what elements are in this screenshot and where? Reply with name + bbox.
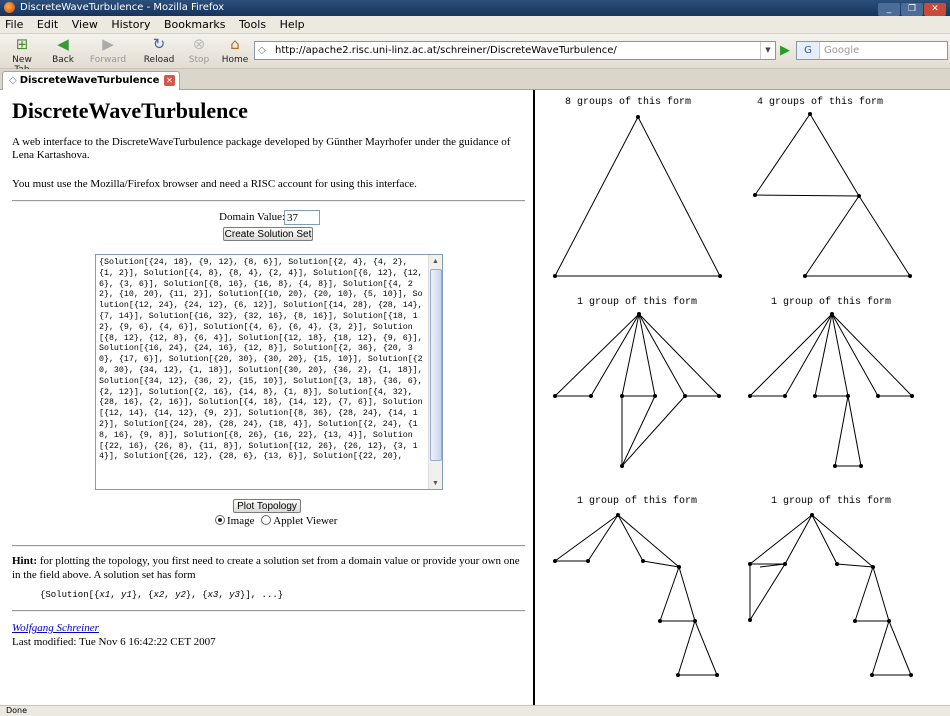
tab-discretewaveturbulence[interactable]: ◇ DiscreteWaveTurbulence ✕: [2, 71, 180, 90]
reload-button[interactable]: ↻ Reload: [140, 35, 178, 66]
menu-tools[interactable]: Tools: [234, 16, 271, 33]
textarea-scrollbar[interactable]: ▲ ▼: [428, 255, 442, 489]
figure-caption: 1 group of this form: [577, 296, 697, 308]
maximize-button[interactable]: ❐: [901, 3, 923, 16]
search-box[interactable]: G Google: [796, 41, 948, 60]
page-content: DiscreteWaveTurbulence A web interface t…: [0, 90, 950, 705]
reload-icon: ↻: [152, 35, 166, 53]
scroll-down-icon[interactable]: ▼: [429, 477, 442, 489]
back-arrow-icon: ◀: [57, 35, 69, 53]
radio-image[interactable]: [215, 515, 225, 525]
back-button[interactable]: ◀ Back: [46, 35, 80, 66]
new-tab-icon: ⊞: [15, 35, 29, 53]
tab-page-icon: ◇: [9, 75, 17, 86]
menu-help[interactable]: Help: [275, 16, 310, 33]
page-icon: ◇: [258, 45, 266, 56]
home-icon: ⌂: [230, 35, 240, 53]
menu-history[interactable]: History: [106, 16, 155, 33]
left-pane: DiscreteWaveTurbulence A web interface t…: [0, 90, 532, 705]
plot-mode-group: Image Applet Viewer: [215, 515, 337, 527]
radio-applet-label: Applet Viewer: [273, 515, 338, 527]
solution-set-text: {Solution[{24, 18}, {9, 12}, {8, 6}], So…: [99, 258, 423, 462]
tab-close-icon[interactable]: ✕: [164, 75, 175, 86]
browser-note: You must use the Mozilla/Firefox browser…: [12, 178, 417, 190]
divider: [12, 545, 525, 547]
last-modified: Last modified: Tue Nov 6 16:42:22 CET 20…: [12, 636, 216, 648]
figure-caption: 8 groups of this form: [565, 96, 691, 108]
hint-label: Hint:: [12, 555, 38, 567]
address-bar[interactable]: ◇ http://apache2.risc.uni-linz.ac.at/schr…: [254, 41, 776, 60]
forward-button[interactable]: ▶ Forward: [86, 35, 130, 66]
divider: [12, 610, 525, 612]
menu-bar: File Edit View History Bookmarks Tools H…: [0, 16, 950, 34]
domain-value-input[interactable]: [284, 210, 320, 225]
figure-topology-3: [554, 313, 720, 467]
author-link[interactable]: Wolfgang Schreiner: [12, 622, 99, 634]
address-text: http://apache2.risc.uni-linz.ac.at/schre…: [275, 45, 617, 56]
intro-text: A web interface to the DiscreteWaveTurbu…: [12, 136, 511, 161]
menu-view[interactable]: View: [67, 16, 103, 33]
figure-caption: 1 group of this form: [771, 296, 891, 308]
menu-edit[interactable]: Edit: [32, 16, 63, 33]
create-solution-set-button[interactable]: Create Solution Set: [223, 227, 313, 241]
figure-topology-4: [749, 313, 913, 467]
navigation-toolbar: ⊞New Tab ◀Back ▶Forward ↻Reload ⊗Stop ⌂H…: [0, 34, 950, 75]
search-placeholder: Google: [824, 45, 860, 56]
window-title: DiscreteWaveTurbulence - Mozilla Firefox: [20, 2, 225, 13]
figure-topology-2: [754, 113, 911, 277]
hint-text: Hint: for plotting the topology, you fir…: [12, 554, 524, 582]
address-dropdown-icon[interactable]: ▼: [760, 42, 775, 59]
go-arrow-icon[interactable]: ▶: [780, 43, 790, 58]
page-title: DiscreteWaveTurbulence: [12, 98, 248, 123]
home-button[interactable]: ⌂ Home: [220, 35, 250, 66]
figure-caption: 1 group of this form: [577, 495, 697, 507]
minimize-button[interactable]: _: [878, 3, 900, 16]
topology-figures: 8 groups of this form 4 groups of this f…: [535, 90, 950, 705]
scroll-up-icon[interactable]: ▲: [429, 255, 442, 267]
stop-icon: ⊗: [192, 35, 206, 53]
menu-bookmarks[interactable]: Bookmarks: [159, 16, 230, 33]
status-bar: Done: [0, 705, 950, 716]
menu-file[interactable]: File: [0, 16, 28, 33]
divider: [12, 200, 525, 202]
window-controls: _ ❐ ✕: [877, 1, 946, 17]
figure-caption: 1 group of this form: [771, 495, 891, 507]
radio-image-label: Image: [227, 515, 255, 527]
close-window-button[interactable]: ✕: [924, 3, 946, 16]
radio-applet-viewer[interactable]: [261, 515, 272, 525]
solution-form-example: {Solution[{x1, y1}, {x2, y2}, {x3, y3}],…: [40, 590, 284, 600]
solution-set-textarea[interactable]: {Solution[{24, 18}, {9, 12}, {8, 6}], So…: [95, 254, 443, 490]
window-titlebar: DiscreteWaveTurbulence - Mozilla Firefox…: [0, 0, 950, 16]
status-text: Done: [6, 706, 28, 715]
forward-arrow-icon: ▶: [102, 35, 114, 53]
hint-body: for plotting the topology, you first nee…: [12, 555, 520, 581]
stop-button[interactable]: ⊗ Stop: [184, 35, 214, 66]
firefox-icon: [4, 2, 15, 13]
tab-bar: ◇ DiscreteWaveTurbulence ✕: [0, 69, 950, 90]
figure-caption: 4 groups of this form: [757, 96, 883, 108]
search-engine-icon[interactable]: G: [797, 42, 820, 59]
plot-topology-button[interactable]: Plot Topology: [233, 499, 301, 513]
figure-topology-6: [749, 514, 912, 676]
scroll-thumb[interactable]: [430, 269, 442, 461]
domain-value-label: Domain Value:: [219, 211, 286, 223]
figure-topology-1: [554, 116, 721, 277]
figure-topology-5: [554, 514, 718, 676]
topology-canvas: 8 groups of this form 4 groups of this f…: [553, 96, 914, 677]
